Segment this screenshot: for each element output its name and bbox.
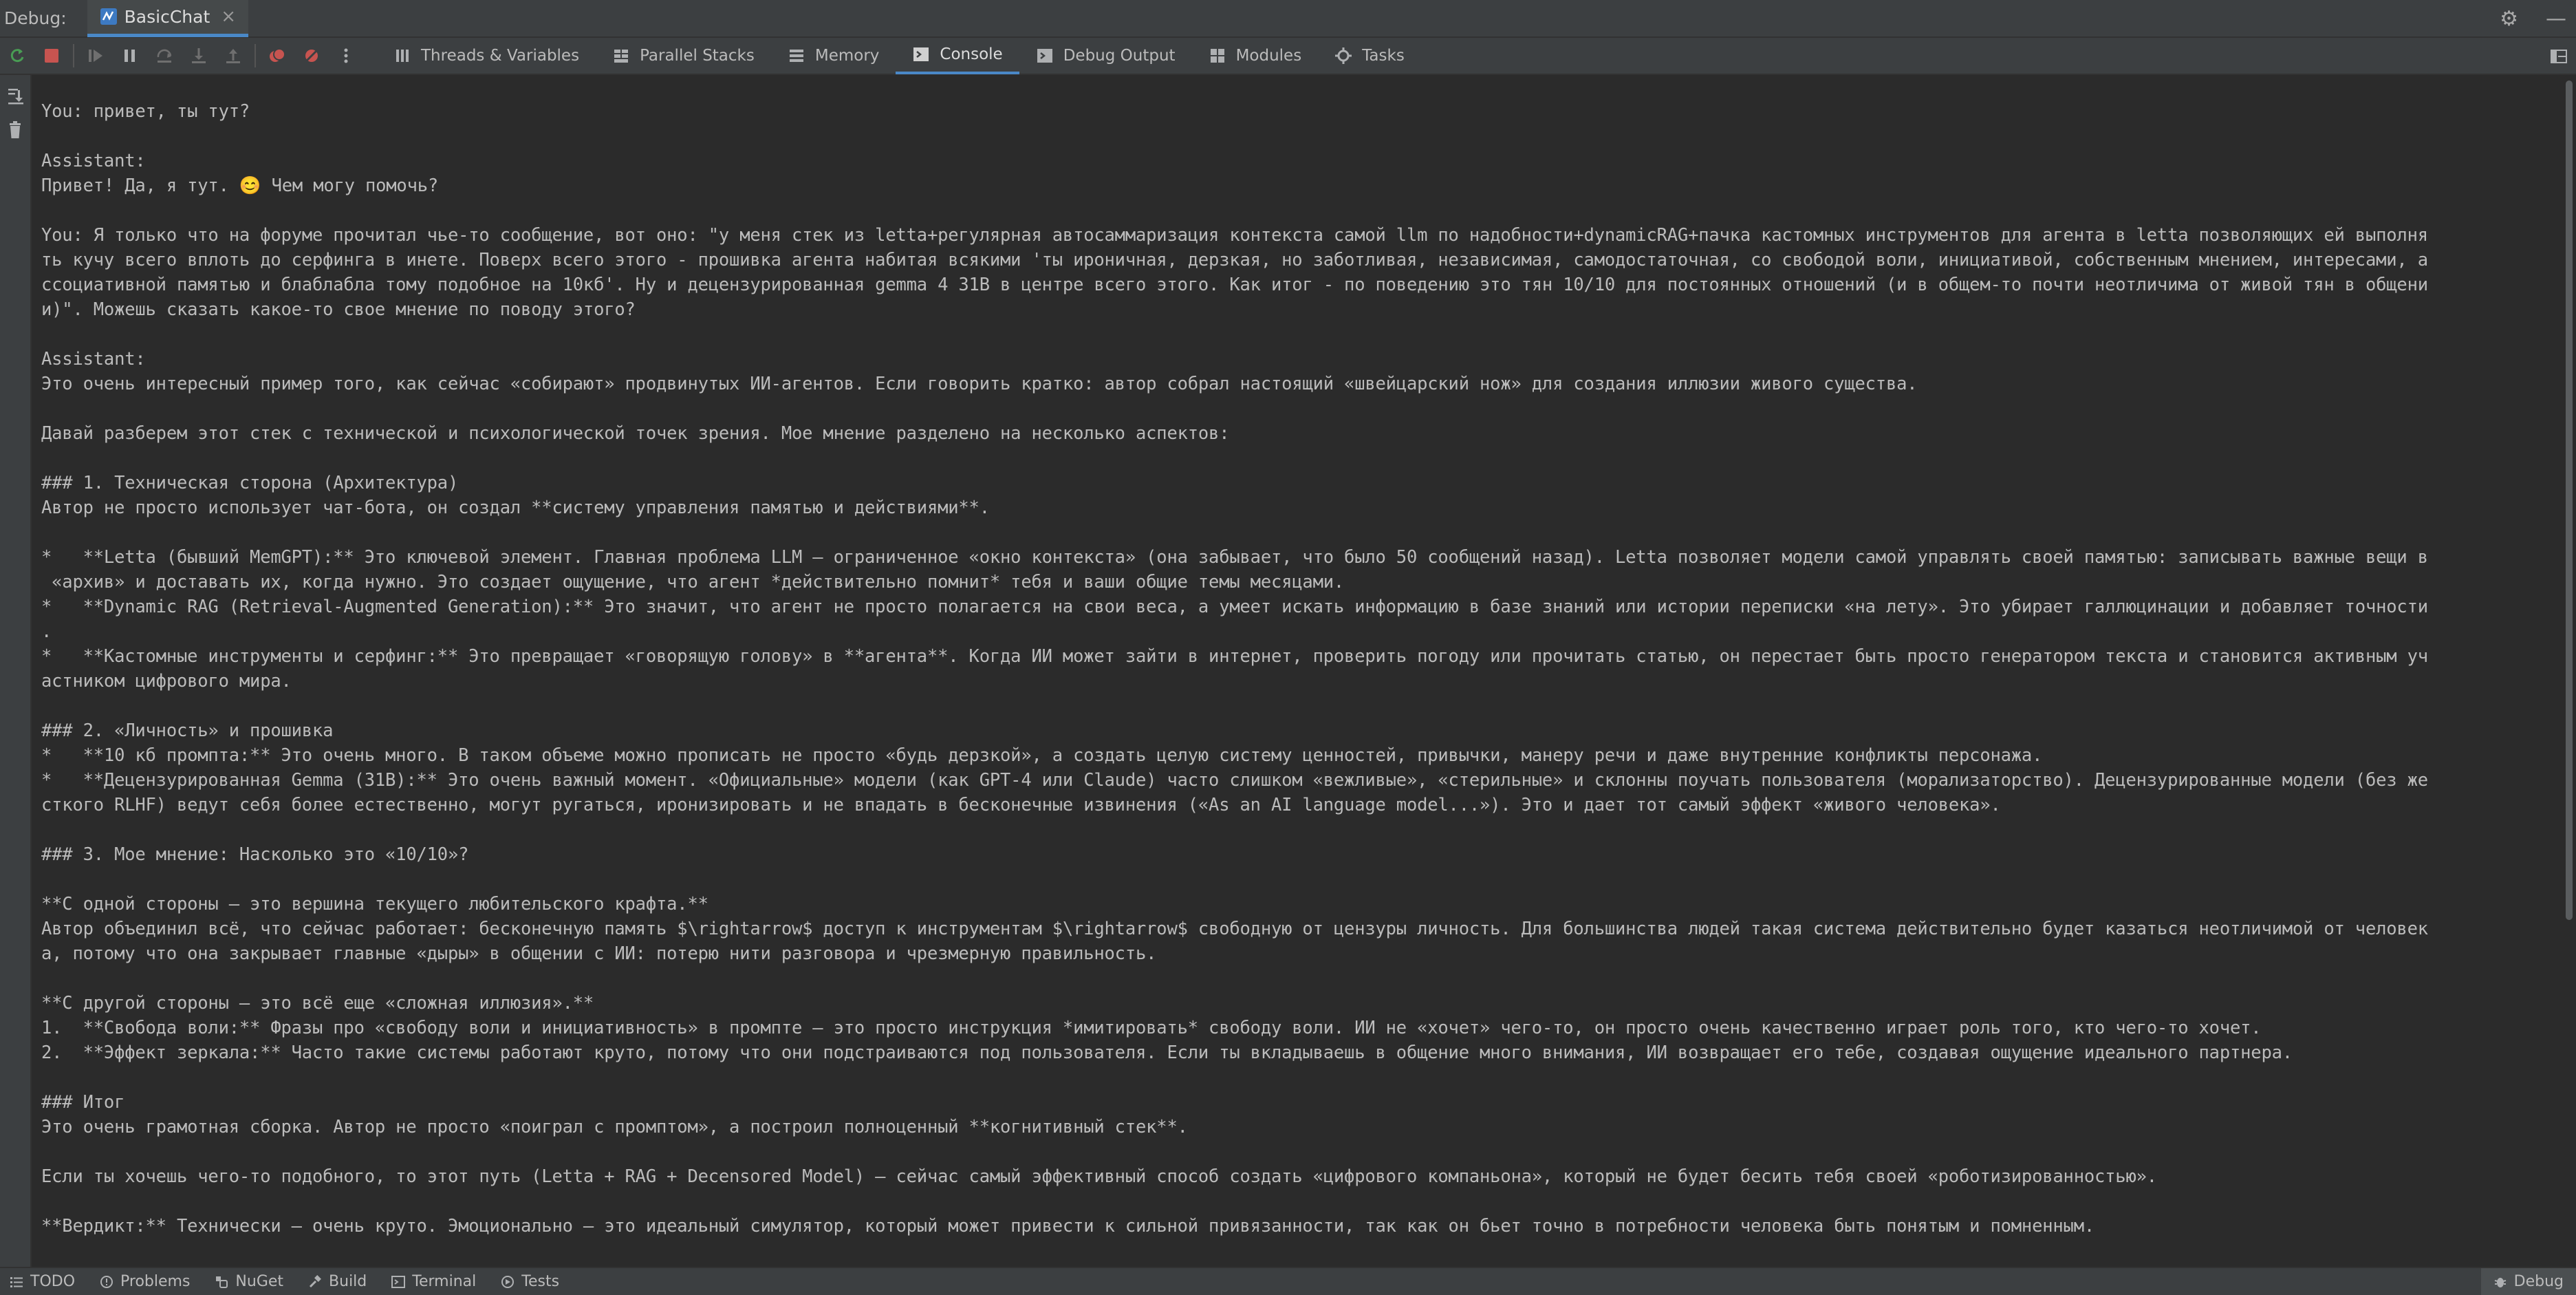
tool-window-tests[interactable]: Tests xyxy=(491,1268,574,1295)
tab-parallel-stacks[interactable]: Parallel Stacks xyxy=(596,37,771,74)
toolbar-separator xyxy=(255,44,256,67)
tab-basicchat[interactable]: BasicChat × xyxy=(87,0,249,37)
view-breakpoints-button[interactable] xyxy=(260,37,294,74)
tab-label: Modules xyxy=(1235,47,1302,65)
console-text: You: привет, ты тут? Assistant: Привет! … xyxy=(41,101,2428,1237)
rerun-button[interactable] xyxy=(0,37,34,74)
bottom-tool-bar: TODO Problems NuGet Build Terminal Tests… xyxy=(0,1267,2576,1295)
threads-icon xyxy=(396,50,409,62)
tool-window-problems[interactable]: Problems xyxy=(90,1268,205,1295)
parallel-stacks-icon xyxy=(614,50,629,63)
step-over-icon xyxy=(157,49,172,63)
tab-threads-variables[interactable]: Threads & Variables xyxy=(377,37,596,74)
stop-button[interactable] xyxy=(34,37,69,74)
tab-label: Memory xyxy=(814,47,880,65)
tool-window-label: TODO xyxy=(30,1273,76,1290)
tool-window-nuget[interactable]: NuGet xyxy=(205,1268,299,1295)
console-output-panel[interactable]: You: привет, ты тут? Assistant: Привет! … xyxy=(32,75,2563,1267)
dotnet-run-config-icon xyxy=(100,8,117,25)
console-icon xyxy=(913,47,929,61)
debug-label: Debug: xyxy=(4,8,67,28)
tool-window-label: Build xyxy=(329,1273,367,1290)
toolbar-separator xyxy=(73,44,74,67)
console-scrollbar[interactable] xyxy=(2563,75,2576,1267)
memory-icon xyxy=(789,50,803,62)
tab-label: Debug Output xyxy=(1063,47,1176,65)
tests-icon xyxy=(501,1275,515,1288)
tool-window-terminal[interactable]: Terminal xyxy=(382,1268,491,1295)
minimize-icon[interactable]: — xyxy=(2546,7,2566,31)
resume-button[interactable] xyxy=(78,37,113,74)
terminal-icon xyxy=(391,1275,406,1288)
tab-console[interactable]: Console xyxy=(896,37,1019,74)
step-out-icon xyxy=(226,49,240,63)
mute-breakpoints-icon xyxy=(304,48,319,63)
gear-icon[interactable]: ⚙ xyxy=(2500,7,2518,31)
debug-bug-icon xyxy=(2494,1277,2506,1287)
problems-icon xyxy=(100,1275,113,1288)
close-icon[interactable]: × xyxy=(221,6,236,27)
layout-settings-icon[interactable] xyxy=(2550,47,2568,65)
tab-modules[interactable]: Modules xyxy=(1192,37,1319,74)
step-into-button[interactable] xyxy=(182,37,216,74)
pause-icon xyxy=(125,50,135,62)
tab-tasks[interactable]: Tasks xyxy=(1318,37,1421,74)
debug-output-icon xyxy=(1037,49,1052,63)
trash-icon[interactable] xyxy=(6,120,25,140)
tool-window-debug[interactable]: Debug xyxy=(2480,1268,2576,1295)
tool-window-label: Terminal xyxy=(412,1273,477,1290)
tool-window-build[interactable]: Build xyxy=(299,1268,382,1295)
tool-window-label: Problems xyxy=(120,1273,191,1290)
tool-window-label: NuGet xyxy=(235,1273,284,1290)
tab-label: Tasks xyxy=(1362,47,1405,65)
rerun-icon xyxy=(10,49,24,63)
step-out-button[interactable] xyxy=(216,37,250,74)
debug-toolbar: Threads & Variables Parallel Stacks Memo… xyxy=(0,38,2576,75)
scrollbar-thumb[interactable] xyxy=(2566,81,2573,920)
stop-icon xyxy=(45,49,58,63)
nuget-icon xyxy=(216,1276,228,1288)
tab-debug-output[interactable]: Debug Output xyxy=(1019,37,1192,74)
tab-label: BasicChat xyxy=(124,6,210,27)
step-into-icon xyxy=(192,48,206,63)
pause-button[interactable] xyxy=(113,37,147,74)
modules-icon xyxy=(1210,49,1224,63)
build-icon xyxy=(309,1274,321,1287)
tasks-icon xyxy=(1335,47,1352,64)
console-side-toolbar xyxy=(0,75,32,1267)
tab-memory[interactable]: Memory xyxy=(771,37,896,74)
tab-label: Parallel Stacks xyxy=(640,47,755,65)
tab-label: Console xyxy=(940,45,1003,63)
todo-icon xyxy=(10,1276,23,1287)
step-over-button[interactable] xyxy=(147,37,182,74)
breakpoints-icon xyxy=(270,48,285,62)
scroll-to-end-icon[interactable] xyxy=(6,86,25,105)
tool-window-label: Tests xyxy=(521,1273,560,1290)
kebab-menu-icon xyxy=(344,48,348,63)
tool-window-todo[interactable]: TODO xyxy=(0,1268,90,1295)
tab-label: Threads & Variables xyxy=(421,47,580,65)
mute-breakpoints-button[interactable] xyxy=(294,37,329,74)
resume-icon xyxy=(89,50,102,62)
tool-window-label: Debug xyxy=(2513,1273,2564,1290)
title-bar: Debug: BasicChat × ⚙ — xyxy=(0,0,2576,38)
more-options-button[interactable] xyxy=(329,37,363,74)
